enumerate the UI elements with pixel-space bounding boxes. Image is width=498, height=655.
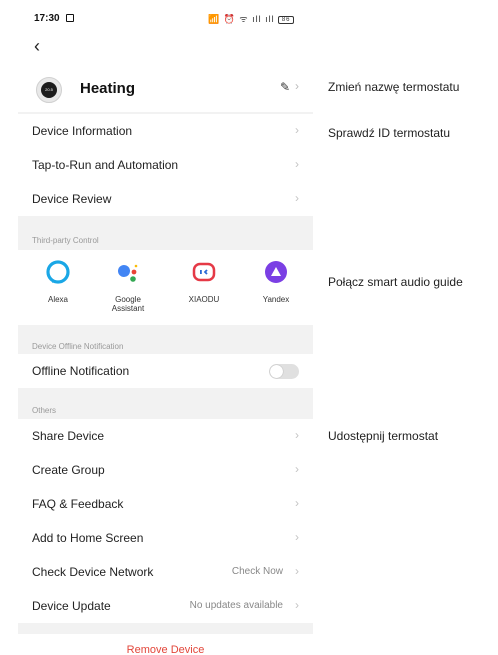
menu-item-tap-to-run[interactable]: Tap-to-Run and Automation ›	[18, 148, 313, 182]
section-label-third-party: Third-party Control	[32, 236, 99, 245]
third-party-label: XIAODU	[188, 295, 220, 304]
chevron-right-icon: ›	[295, 157, 299, 171]
google-assistant-icon	[118, 264, 138, 282]
annotation-share: Udostępnij termostat	[328, 429, 439, 443]
third-party-alexa[interactable]: Alexa	[28, 260, 88, 304]
menu-item-label: Check Device Network	[32, 565, 154, 579]
phone-screen: 17:30 📶 ⏰ ᯤ ıll ıll 86 ‹ 20.5 Heating ✎ …	[18, 0, 313, 655]
menu-item-label: Create Group	[32, 463, 105, 477]
status-bar: 17:30 📶 ⏰ ᯤ ıll ıll 86	[18, 0, 313, 32]
section-label-offline: Device Offline Notification	[32, 342, 124, 351]
third-party-group: Alexa Google Assistant XIAODU Yandex	[18, 250, 313, 325]
offline-group: Offline Notification	[18, 354, 313, 388]
third-party-yandex[interactable]: Yandex	[246, 260, 306, 304]
section-label-others: Others	[32, 406, 57, 415]
offline-notification-row: Offline Notification	[18, 354, 313, 388]
chevron-right-icon: ›	[295, 598, 299, 612]
alexa-icon	[46, 260, 70, 284]
annotation-check-id: Sprawdź ID termostatu	[328, 126, 451, 140]
menu-item-label: Tap-to-Run and Automation	[32, 158, 179, 172]
menu-item-device-update[interactable]: Device Update No updates available ›	[18, 589, 313, 623]
battery-icon: 86	[278, 15, 295, 24]
device-name: Heating	[80, 80, 136, 97]
chevron-right-icon: ›	[295, 462, 299, 476]
third-party-label: Google Assistant	[111, 295, 145, 313]
others-group: Share Device › Create Group › FAQ & Feed…	[18, 419, 313, 623]
third-party-label: Yandex	[262, 295, 290, 304]
status-icons: 📶 ⏰ ᯤ ıll ıll 86	[208, 12, 295, 25]
menu-item-add-to-home-screen[interactable]: Add to Home Screen ›	[18, 521, 313, 555]
back-icon[interactable]: ‹	[34, 36, 40, 57]
menu-item-label: Share Device	[32, 429, 105, 443]
thermostat-icon: 20.5	[41, 82, 57, 98]
menu-item-label: Device Update	[32, 599, 111, 613]
menu-item-faq-feedback[interactable]: FAQ & Feedback ›	[18, 487, 313, 521]
menu-item-label: Device Review	[32, 192, 112, 206]
menu-item-device-review[interactable]: Device Review ›	[18, 182, 313, 216]
chevron-right-icon: ›	[295, 191, 299, 205]
chevron-right-icon: ›	[295, 530, 299, 544]
check-now-value: Check Now	[231, 566, 283, 577]
notification-icon	[66, 14, 74, 22]
annotation-rename: Zmień nazwę termostatu	[328, 80, 460, 94]
menu-item-check-device-network[interactable]: Check Device Network Check Now ›	[18, 555, 313, 589]
status-time: 17:30	[34, 13, 60, 24]
chevron-right-icon: ›	[295, 496, 299, 510]
menu-item-label: Device Information	[32, 124, 133, 138]
menu-top-group: Device Information › Tap-to-Run and Auto…	[18, 114, 313, 216]
chevron-right-icon: ›	[295, 564, 299, 578]
offline-notification-label: Offline Notification	[32, 364, 130, 378]
xiaodu-icon	[192, 262, 216, 282]
menu-item-share-device[interactable]: Share Device ›	[18, 419, 313, 453]
yandex-alice-icon	[265, 261, 287, 283]
top-bar: ‹	[18, 32, 313, 64]
menu-item-device-information[interactable]: Device Information ›	[18, 114, 313, 148]
device-header: 20.5 Heating ✎ ›	[18, 64, 313, 112]
remove-device-button[interactable]: Remove Device	[18, 634, 313, 655]
signal-icons: 📶 ⏰ ᯤ ıll ıll	[208, 14, 275, 24]
third-party-google-assistant[interactable]: Google Assistant	[98, 260, 158, 313]
device-thumbnail: 20.5	[36, 77, 62, 103]
edit-icon[interactable]: ✎	[280, 80, 290, 94]
offline-notification-toggle[interactable]	[269, 364, 299, 379]
chevron-right-icon[interactable]: ›	[295, 79, 299, 93]
annotation-connect-audio: Połącz smart audio guide	[328, 275, 463, 289]
chevron-right-icon: ›	[295, 123, 299, 137]
menu-item-create-group[interactable]: Create Group ›	[18, 453, 313, 487]
menu-item-label: Add to Home Screen	[32, 531, 144, 545]
third-party-label: Alexa	[47, 295, 68, 304]
toggle-knob	[270, 365, 283, 378]
menu-item-label: FAQ & Feedback	[32, 497, 124, 511]
third-party-xiaodu[interactable]: XIAODU	[174, 260, 234, 304]
update-status-value: No updates available	[189, 600, 283, 611]
chevron-right-icon: ›	[295, 428, 299, 442]
